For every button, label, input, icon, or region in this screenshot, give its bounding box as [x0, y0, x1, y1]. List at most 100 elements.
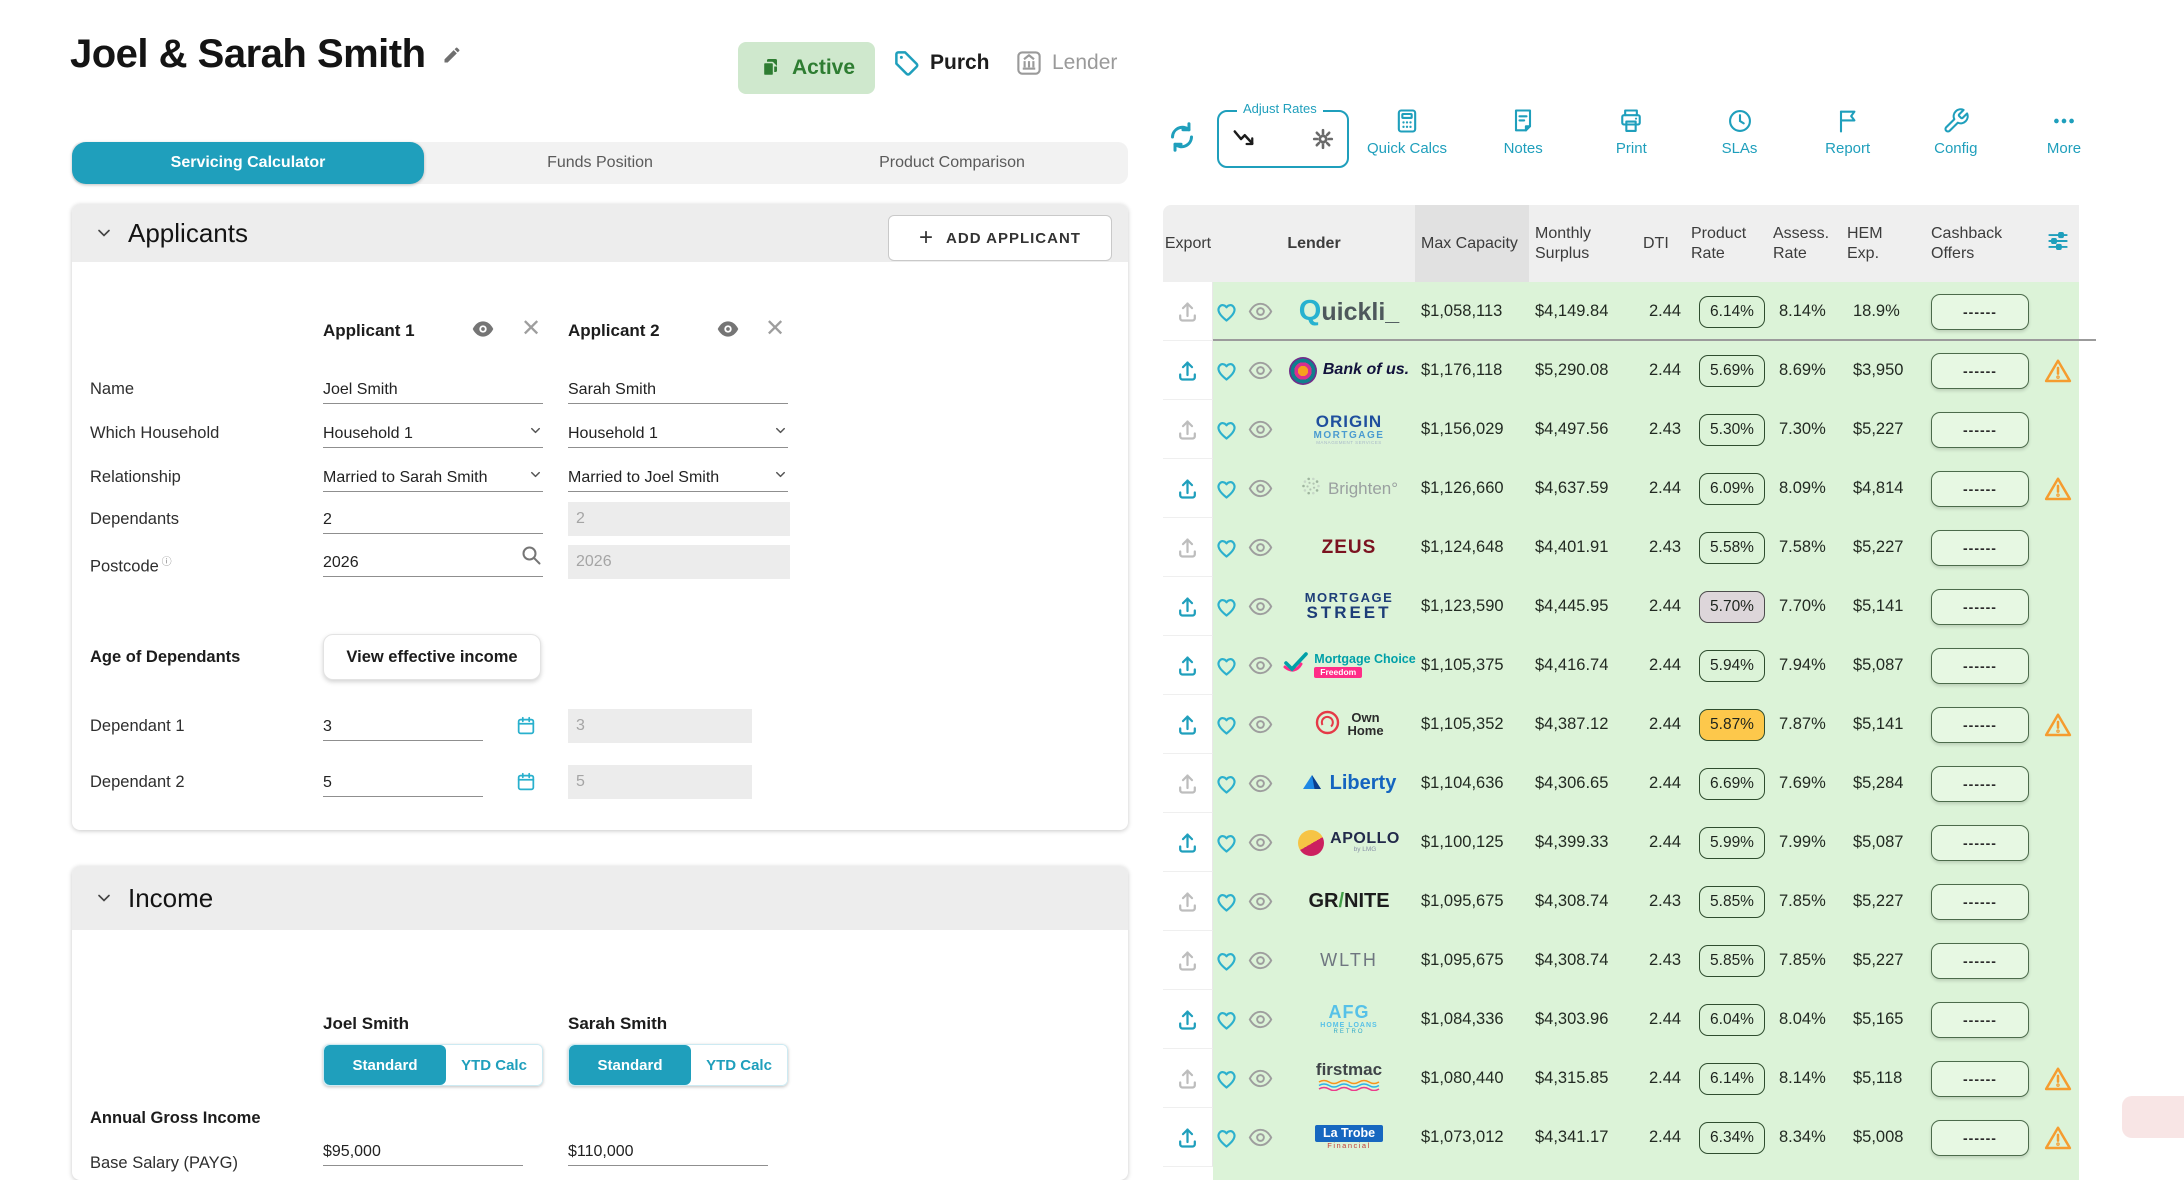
lender-logo[interactable]: Brighten° — [1283, 475, 1415, 502]
purchase-tag-badge[interactable]: Purch — [892, 48, 990, 78]
export-upload-icon[interactable] — [1163, 459, 1213, 518]
export-upload-icon[interactable] — [1163, 695, 1213, 754]
collapse-chevron-icon[interactable] — [94, 888, 114, 908]
base-salary-input-applicant2[interactable]: $110,000 — [568, 1134, 768, 1166]
search-icon[interactable] — [519, 543, 543, 572]
field-name-applicant1[interactable]: Joel Smith — [323, 372, 543, 404]
lender-logo[interactable]: GR/NITE — [1283, 891, 1415, 912]
view-eye-icon[interactable] — [1247, 298, 1274, 325]
applicant2-visibility-icon[interactable] — [715, 316, 741, 342]
col-monthly-surplus[interactable]: Monthly Surplus — [1529, 224, 1643, 264]
chevron-down-icon[interactable] — [528, 467, 543, 487]
cashback-offers-button[interactable]: ------ — [1931, 943, 2029, 979]
cashback-offers-button[interactable]: ------ — [1931, 1120, 2029, 1156]
product-rate-value[interactable]: 5.69% — [1699, 355, 1765, 387]
info-icon[interactable]: ⓘ — [159, 557, 172, 568]
lender-logo[interactable]: Mortgage ChoiceFreedom — [1283, 652, 1415, 679]
view-eye-icon[interactable] — [1247, 652, 1274, 679]
col-cashback-offers[interactable]: Cashback Offers — [1925, 224, 2037, 264]
view-eye-icon[interactable] — [1247, 711, 1274, 738]
warning-icon[interactable] — [2037, 356, 2079, 386]
cashback-offers-button[interactable]: ------ — [1931, 294, 2029, 330]
toolbar-printer-button[interactable]: Print — [1599, 107, 1663, 157]
cashback-offers-button[interactable]: ------ — [1931, 766, 2029, 802]
income-mode-toggle-applicant2[interactable]: Standard YTD Calc — [568, 1044, 788, 1086]
lender-logo[interactable]: ZEUS — [1283, 538, 1415, 558]
col-lender[interactable]: Lender — [1213, 234, 1415, 254]
chevron-down-icon[interactable] — [773, 467, 788, 487]
view-eye-icon[interactable] — [1247, 829, 1274, 856]
view-eye-icon[interactable] — [1247, 888, 1274, 915]
cashback-offers-button[interactable]: ------ — [1931, 1002, 2029, 1038]
toolbar-flag-button[interactable]: Report — [1816, 107, 1880, 157]
favorite-heart-icon[interactable] — [1213, 416, 1240, 443]
field-relationship-applicant1[interactable]: Married to Sarah Smith — [323, 460, 543, 492]
export-upload-icon[interactable] — [1163, 282, 1213, 341]
lender-logo[interactable]: Bank of us. — [1283, 357, 1415, 385]
export-upload-icon[interactable] — [1163, 341, 1213, 400]
income-header[interactable]: Income — [72, 866, 1128, 930]
favorite-heart-icon[interactable] — [1213, 475, 1240, 502]
lender-logo[interactable]: OwnHome — [1283, 709, 1415, 741]
product-rate-value[interactable]: 5.94% — [1699, 650, 1765, 682]
export-upload-icon[interactable] — [1163, 872, 1213, 931]
applicants-header[interactable]: Applicants + ADD APPLICANT — [72, 204, 1128, 262]
cashback-offers-button[interactable]: ------ — [1931, 825, 2029, 861]
col-dti[interactable]: DTI — [1643, 234, 1691, 254]
favorite-heart-icon[interactable] — [1213, 829, 1240, 856]
export-upload-icon[interactable] — [1163, 990, 1213, 1049]
toolbar-calculator-button[interactable]: Quick Calcs — [1367, 107, 1447, 157]
toggle-ytd-calc[interactable]: YTD Calc — [691, 1045, 787, 1085]
product-rate-value[interactable]: 6.69% — [1699, 768, 1765, 800]
warning-icon[interactable] — [2037, 1064, 2079, 1094]
dependant-age-input[interactable]: 5 — [323, 765, 483, 797]
refresh-icon[interactable] — [1163, 118, 1201, 156]
tab-funds-position[interactable]: Funds Position — [424, 142, 776, 184]
view-eye-icon[interactable] — [1247, 1006, 1274, 1033]
export-upload-icon[interactable] — [1163, 754, 1213, 813]
edit-pencil-icon[interactable] — [442, 45, 462, 65]
export-upload-icon[interactable] — [1163, 1049, 1213, 1108]
field-dependants-applicant1[interactable]: 2 — [323, 502, 543, 534]
view-eye-icon[interactable] — [1247, 475, 1274, 502]
product-rate-value[interactable]: 5.87% — [1699, 709, 1765, 741]
cashback-offers-button[interactable]: ------ — [1931, 412, 2029, 448]
chevron-down-icon[interactable] — [773, 423, 788, 443]
toggle-ytd-calc[interactable]: YTD Calc — [446, 1045, 542, 1085]
warning-icon[interactable] — [2037, 474, 2079, 504]
chat-widget-partial[interactable] — [2122, 1096, 2184, 1138]
cashback-offers-button[interactable]: ------ — [1931, 648, 2029, 684]
toolbar-clock-button[interactable]: SLAs — [1708, 107, 1772, 157]
product-rate-value[interactable]: 5.58% — [1699, 532, 1765, 564]
lender-logo[interactable]: firstmac — [1283, 1061, 1415, 1096]
product-rate-value[interactable]: 5.85% — [1699, 945, 1765, 977]
favorite-heart-icon[interactable] — [1213, 1006, 1240, 1033]
cashback-offers-button[interactable]: ------ — [1931, 707, 2029, 743]
col-assess-rate[interactable]: Assess. Rate — [1773, 224, 1847, 264]
product-rate-value[interactable]: 5.85% — [1699, 886, 1765, 918]
cashback-offers-button[interactable]: ------ — [1931, 471, 2029, 507]
applicant2-remove-icon[interactable]: ✕ — [762, 316, 788, 342]
favorite-heart-icon[interactable] — [1213, 1124, 1240, 1151]
product-rate-value[interactable]: 6.09% — [1699, 473, 1765, 505]
calendar-icon[interactable] — [515, 715, 541, 741]
export-upload-icon[interactable] — [1163, 1108, 1213, 1167]
export-upload-icon[interactable] — [1163, 931, 1213, 990]
cashback-offers-button[interactable]: ------ — [1931, 1061, 2029, 1097]
favorite-heart-icon[interactable] — [1213, 770, 1240, 797]
lender-logo[interactable]: Liberty — [1283, 772, 1415, 795]
product-rate-value[interactable]: 5.70% — [1699, 591, 1765, 623]
lender-badge[interactable]: Lender — [1014, 48, 1117, 78]
view-eye-icon[interactable] — [1247, 947, 1274, 974]
dependant-age-input[interactable]: 3 — [323, 709, 483, 741]
adjust-rates-gear-icon[interactable] — [1311, 127, 1335, 151]
view-eye-icon[interactable] — [1247, 416, 1274, 443]
export-upload-icon[interactable] — [1163, 400, 1213, 459]
toggle-standard[interactable]: Standard — [324, 1045, 446, 1085]
product-rate-value[interactable]: 5.30% — [1699, 414, 1765, 446]
toolbar-wrench-button[interactable]: Config — [1924, 107, 1988, 157]
toggle-standard[interactable]: Standard — [569, 1045, 691, 1085]
warning-icon[interactable] — [2037, 1123, 2079, 1153]
export-upload-icon[interactable] — [1163, 636, 1213, 695]
lender-logo[interactable]: La TrobeFinancial — [1283, 1125, 1415, 1150]
